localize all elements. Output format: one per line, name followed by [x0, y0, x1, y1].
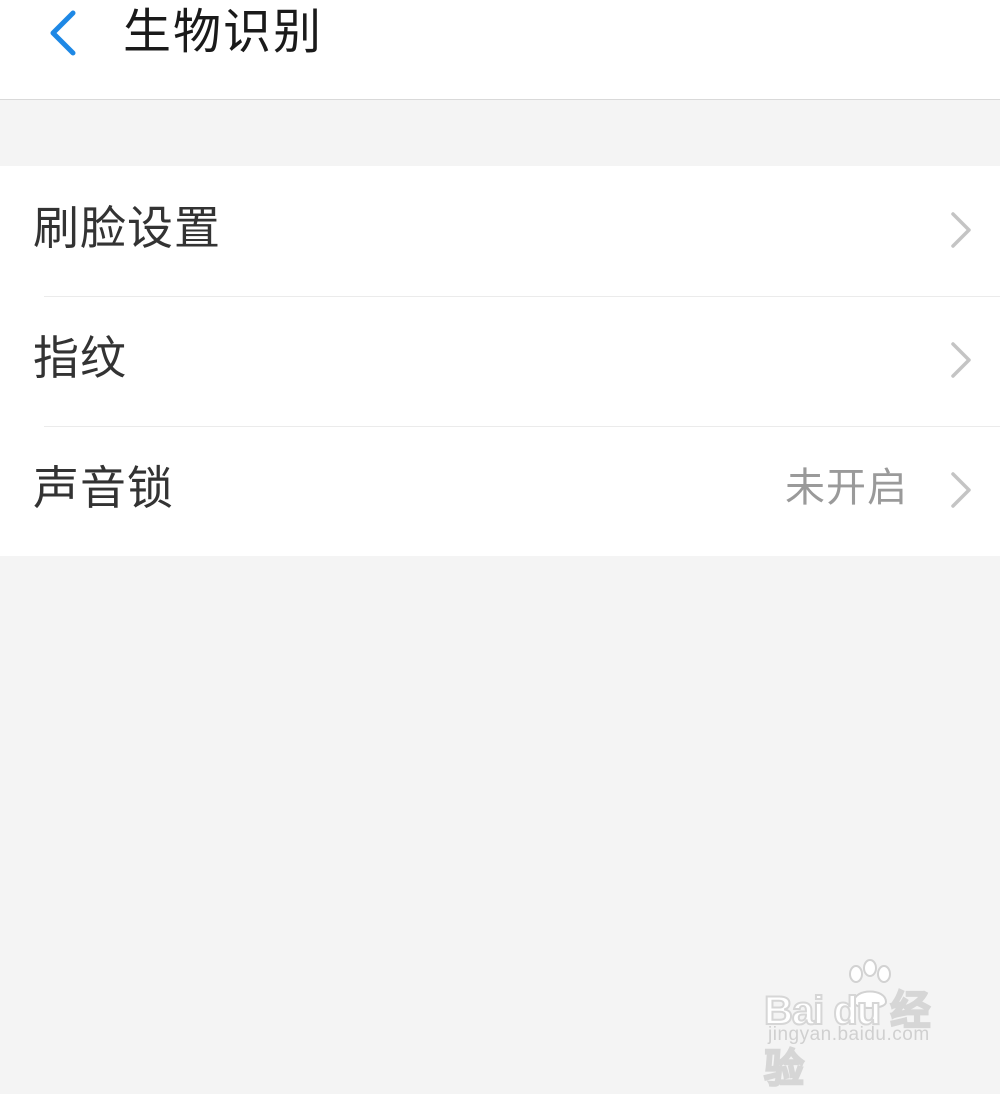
- baidu-jingyan-watermark: Bai du 经验 jingyan.baidu.com: [763, 958, 954, 1092]
- chevron-right-icon: [951, 342, 971, 378]
- watermark-url: jingyan.baidu.com: [768, 1024, 930, 1045]
- chevron-left-icon: [50, 10, 76, 56]
- settings-item-label: 指纹: [33, 331, 127, 385]
- settings-item-label: 声音锁: [33, 461, 174, 515]
- top-bar: 生物识别: [0, 0, 1000, 100]
- chevron-right-icon: [951, 472, 971, 508]
- back-button[interactable]: [30, 0, 94, 66]
- settings-item-face[interactable]: 刷脸设置: [0, 166, 1000, 296]
- settings-item-voice-lock[interactable]: 声音锁 未开启: [0, 426, 1000, 556]
- status-value: 未开启: [785, 465, 908, 511]
- chevron-right-icon: [951, 212, 971, 248]
- settings-list: 刷脸设置 指纹 声音锁 未开启: [0, 166, 1000, 556]
- settings-item-label: 刷脸设置: [33, 201, 221, 255]
- page-title: 生物识别: [123, 4, 324, 60]
- settings-item-fingerprint[interactable]: 指纹: [0, 296, 1000, 426]
